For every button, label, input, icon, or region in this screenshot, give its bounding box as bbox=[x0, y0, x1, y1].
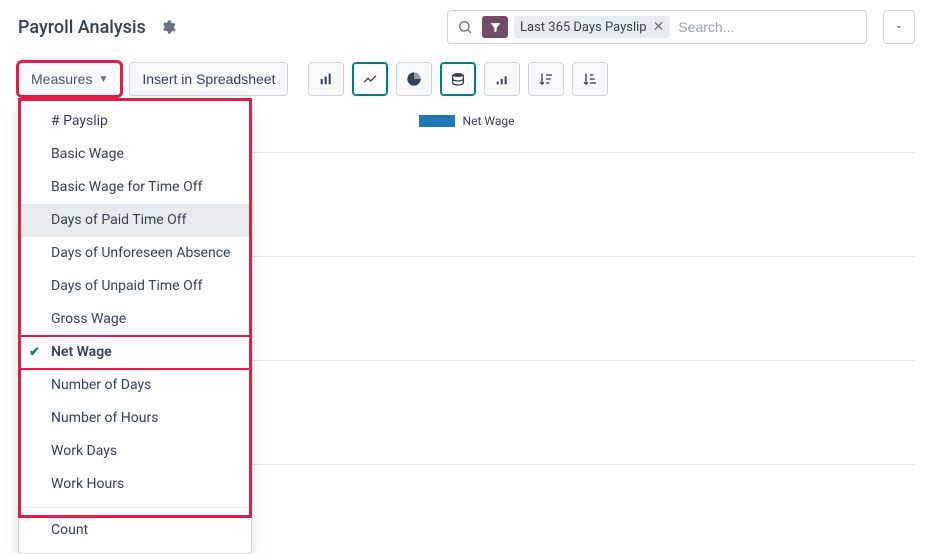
line-chart-button[interactable] bbox=[352, 62, 388, 96]
check-icon: ✔ bbox=[29, 343, 40, 363]
search-box[interactable]: Last 365 Days Payslip ✕ bbox=[447, 10, 867, 44]
measure-item-net-wage[interactable]: ✔ Net Wage bbox=[19, 336, 251, 369]
ascending-button[interactable] bbox=[484, 62, 520, 96]
legend-swatch bbox=[419, 115, 455, 127]
measure-item-work-hours[interactable]: Work Hours bbox=[19, 468, 251, 501]
measure-item-number-days[interactable]: Number of Days bbox=[19, 369, 251, 402]
measure-item-basic-wage[interactable]: Basic Wage bbox=[19, 138, 251, 171]
measure-item-basic-wage-timeoff[interactable]: Basic Wage for Time Off bbox=[19, 171, 251, 204]
gear-icon[interactable] bbox=[160, 19, 176, 35]
search-options-button[interactable] bbox=[883, 10, 915, 44]
filter-icon[interactable] bbox=[482, 16, 508, 38]
measure-item-days-unforeseen[interactable]: Days of Unforeseen Absence bbox=[19, 237, 251, 270]
bar-chart-button[interactable] bbox=[308, 62, 344, 96]
measure-item-work-days[interactable]: Work Days bbox=[19, 435, 251, 468]
measures-label: Measures bbox=[31, 71, 92, 87]
page-title: Payroll Analysis bbox=[18, 17, 146, 38]
measure-item-payslip[interactable]: # Payslip bbox=[19, 105, 251, 138]
measure-item-gross-wage[interactable]: Gross Wage bbox=[19, 303, 251, 336]
sort-asc-button[interactable] bbox=[572, 62, 608, 96]
search-input[interactable] bbox=[678, 19, 866, 35]
close-icon[interactable]: ✕ bbox=[653, 19, 665, 35]
dropdown-separator bbox=[19, 507, 251, 508]
search-icon bbox=[448, 19, 482, 35]
insert-spreadsheet-button[interactable]: Insert in Spreadsheet bbox=[129, 62, 288, 96]
chevron-down-icon: ▼ bbox=[98, 74, 108, 85]
sort-desc-button[interactable] bbox=[528, 62, 564, 96]
measure-item-number-hours[interactable]: Number of Hours bbox=[19, 402, 251, 435]
measures-button[interactable]: Measures ▼ bbox=[18, 62, 121, 96]
stacked-button[interactable] bbox=[440, 62, 476, 96]
measure-item-days-paid-timeoff[interactable]: Days of Paid Time Off bbox=[19, 204, 251, 237]
measure-item-count[interactable]: Count bbox=[19, 514, 251, 547]
insert-spreadsheet-label: Insert in Spreadsheet bbox=[142, 71, 275, 87]
pie-chart-button[interactable] bbox=[396, 62, 432, 96]
chart-legend: Net Wage bbox=[419, 114, 515, 128]
header: Payroll Analysis Last 365 Days Payslip ✕ bbox=[0, 0, 933, 62]
measure-item-days-unpaid-timeoff[interactable]: Days of Unpaid Time Off bbox=[19, 270, 251, 303]
filter-chip[interactable]: Last 365 Days Payslip ✕ bbox=[514, 16, 670, 38]
legend-label: Net Wage bbox=[463, 114, 515, 128]
measures-dropdown: # Payslip Basic Wage Basic Wage for Time… bbox=[18, 98, 252, 554]
filter-chip-label: Last 365 Days Payslip bbox=[520, 20, 647, 35]
